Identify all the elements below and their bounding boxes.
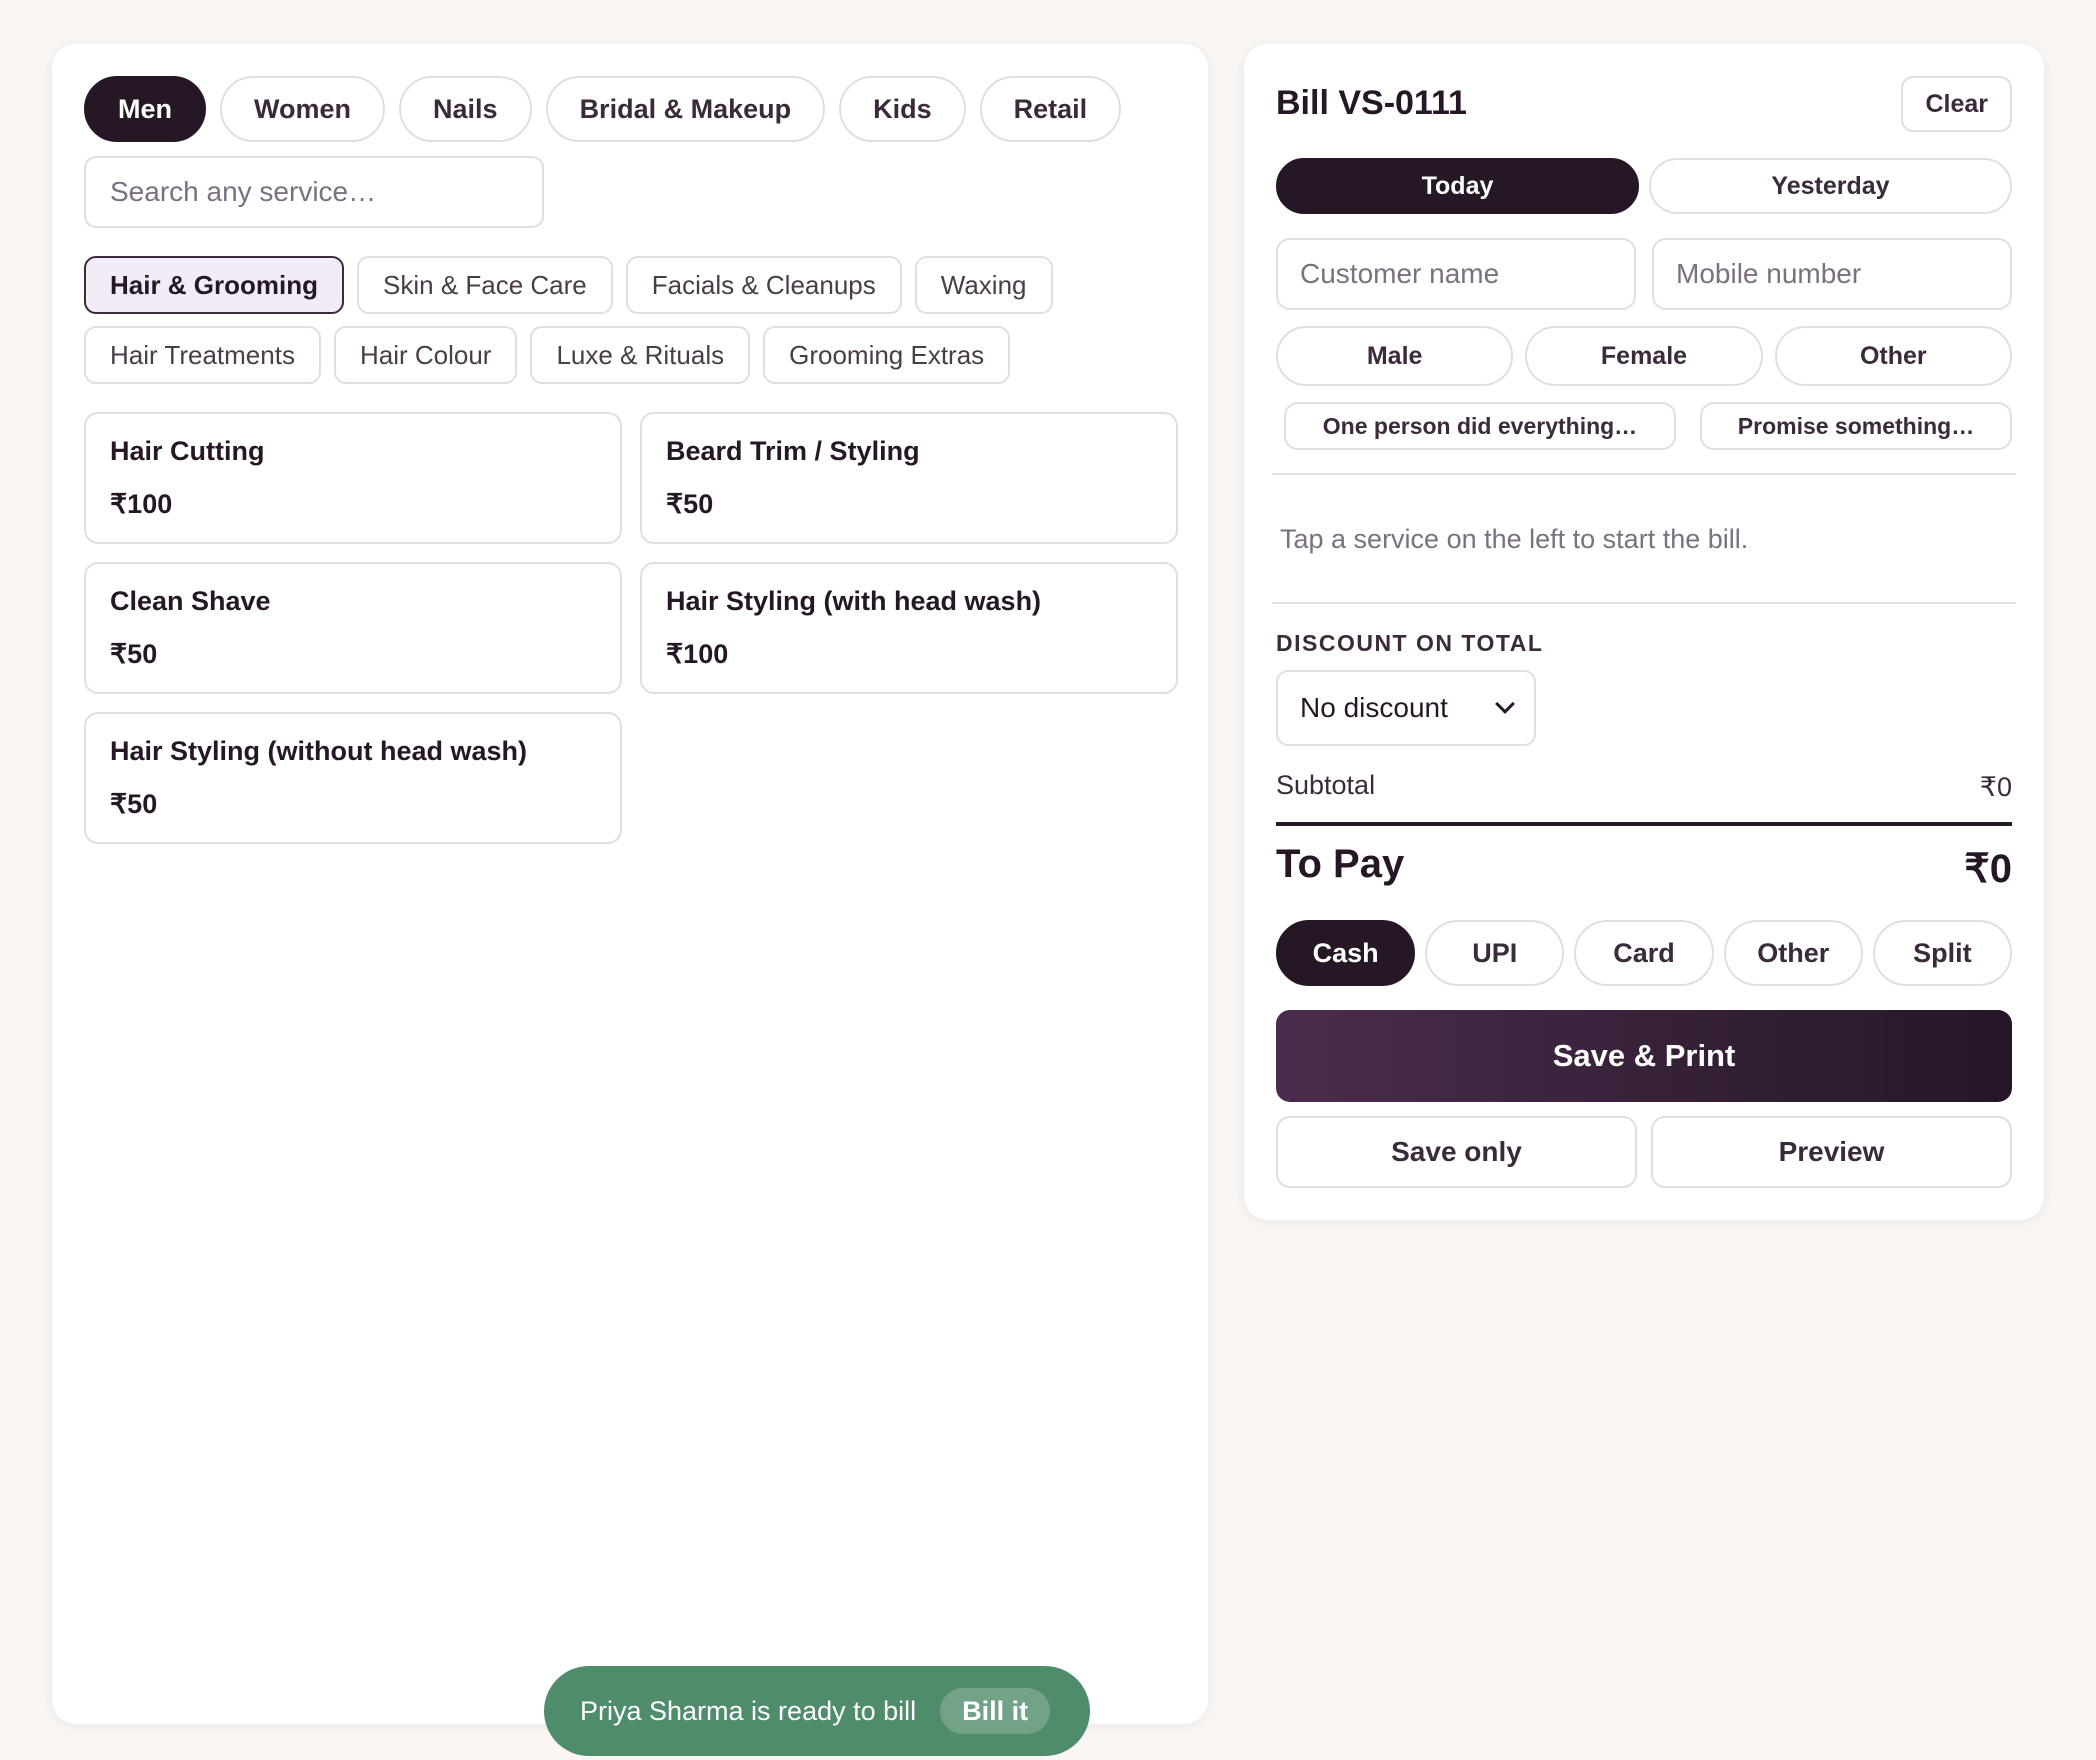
to-pay-value: ₹0 bbox=[1964, 847, 2012, 891]
gender-female-button[interactable]: Female bbox=[1525, 326, 1763, 386]
tab-women[interactable]: Women bbox=[220, 76, 386, 142]
discount-label: DISCOUNT ON TOTAL bbox=[1276, 630, 1544, 656]
gender-male-button[interactable]: Male bbox=[1276, 326, 1514, 386]
customer-name-field[interactable] bbox=[1276, 238, 1636, 310]
service-name: Hair Styling (with head wash) bbox=[666, 586, 1042, 616]
today-button[interactable]: Today bbox=[1276, 158, 1639, 214]
tab-kids[interactable]: Kids bbox=[839, 76, 966, 142]
secondary-actions: Save only Preview bbox=[1276, 1116, 2012, 1188]
subcategory-facials-cleanups[interactable]: Facials & Cleanups bbox=[625, 256, 902, 314]
service-card-beard-trim[interactable]: Beard Trim / Styling ₹50 bbox=[640, 412, 1178, 544]
service-card-hair-cutting[interactable]: Hair Cutting ₹100 bbox=[84, 412, 622, 544]
divider bbox=[1272, 473, 2016, 475]
payment-other-button[interactable]: Other bbox=[1723, 920, 1863, 986]
yesterday-button[interactable]: Yesterday bbox=[1649, 158, 2012, 214]
total-divider bbox=[1276, 822, 2012, 826]
service-name: Hair Cutting bbox=[110, 436, 265, 466]
service-name: Hair Styling (without head wash) bbox=[110, 736, 528, 766]
bill-panel: Bill VS-0111 Clear Today Yesterday Male … bbox=[1244, 44, 2044, 1220]
clear-button[interactable]: Clear bbox=[1901, 76, 2012, 132]
service-card-hair-styling-without-wash[interactable]: Hair Styling (without head wash) ₹50 bbox=[84, 712, 622, 844]
category-tabs: Men Women Nails Bridal & Makeup Kids Ret… bbox=[84, 76, 1122, 142]
subtotal-label: Subtotal bbox=[1276, 770, 1376, 800]
discount-select[interactable]: No discount bbox=[1276, 670, 1536, 746]
subcategory-chips: Hair & Grooming Skin & Face Care Facials… bbox=[84, 256, 1174, 384]
service-price: ₹50 bbox=[110, 639, 158, 669]
gender-other-button[interactable]: Other bbox=[1774, 326, 2012, 386]
service-catalog-panel: Men Women Nails Bridal & Makeup Kids Ret… bbox=[52, 44, 1208, 1724]
divider bbox=[1272, 602, 2016, 604]
tab-nails[interactable]: Nails bbox=[399, 76, 532, 142]
service-name: Beard Trim / Styling bbox=[666, 436, 920, 466]
tab-retail[interactable]: Retail bbox=[979, 76, 1122, 142]
mobile-number-field[interactable] bbox=[1652, 238, 2012, 310]
subcategory-hair-grooming[interactable]: Hair & Grooming bbox=[84, 256, 345, 314]
payment-card-button[interactable]: Card bbox=[1574, 920, 1714, 986]
discount-selected-value: No discount bbox=[1300, 692, 1448, 723]
service-price: ₹100 bbox=[666, 639, 729, 669]
payment-methods: Cash UPI Card Other Split bbox=[1276, 920, 2013, 986]
service-card-clean-shave[interactable]: Clean Shave ₹50 bbox=[84, 562, 622, 694]
service-price: ₹50 bbox=[110, 789, 158, 819]
subcategory-skin-face-care[interactable]: Skin & Face Care bbox=[357, 256, 613, 314]
tab-men[interactable]: Men bbox=[84, 76, 206, 142]
day-toggle: Today Yesterday bbox=[1276, 158, 2012, 214]
bill-title: Bill VS-0111 bbox=[1276, 84, 1467, 122]
toast-message: Priya Sharma is ready to bill bbox=[580, 1695, 917, 1726]
to-pay-label: To Pay bbox=[1276, 842, 1405, 886]
empty-bill-message: Tap a service on the left to start the b… bbox=[1280, 524, 1749, 554]
chevron-down-icon bbox=[1495, 694, 1515, 714]
tab-bridal-makeup[interactable]: Bridal & Makeup bbox=[545, 76, 826, 142]
service-price: ₹100 bbox=[110, 489, 173, 519]
note-promise-button[interactable]: Promise something… bbox=[1700, 402, 2012, 450]
gender-options: Male Female Other bbox=[1276, 326, 2012, 386]
subcategory-hair-treatments[interactable]: Hair Treatments bbox=[84, 326, 321, 384]
payment-upi-button[interactable]: UPI bbox=[1425, 920, 1565, 986]
save-only-button[interactable]: Save only bbox=[1276, 1116, 1637, 1188]
subcategory-hair-colour[interactable]: Hair Colour bbox=[333, 326, 518, 384]
ready-to-bill-toast: Priya Sharma is ready to bill Bill it bbox=[544, 1666, 1090, 1756]
payment-split-button[interactable]: Split bbox=[1872, 920, 2013, 986]
note-one-person-button[interactable]: One person did everything… bbox=[1284, 402, 1676, 450]
subcategory-grooming-extras[interactable]: Grooming Extras bbox=[763, 326, 1011, 384]
service-name: Clean Shave bbox=[110, 586, 271, 616]
service-price: ₹50 bbox=[666, 489, 714, 519]
subtotal-value: ₹0 bbox=[1979, 772, 2012, 802]
payment-cash-button[interactable]: Cash bbox=[1276, 920, 1416, 986]
service-card-hair-styling-with-wash[interactable]: Hair Styling (with head wash) ₹100 bbox=[640, 562, 1178, 694]
save-print-button[interactable]: Save & Print bbox=[1276, 1010, 2012, 1102]
service-search-input[interactable] bbox=[84, 156, 544, 228]
service-grid: Hair Cutting ₹100 Beard Trim / Styling ₹… bbox=[84, 412, 1178, 844]
subcategory-luxe-rituals[interactable]: Luxe & Rituals bbox=[530, 326, 751, 384]
bill-it-button[interactable]: Bill it bbox=[940, 1688, 1051, 1734]
preview-button[interactable]: Preview bbox=[1651, 1116, 2012, 1188]
subcategory-waxing[interactable]: Waxing bbox=[914, 256, 1053, 314]
customer-fields bbox=[1276, 238, 2012, 310]
quick-notes: One person did everything… Promise somet… bbox=[1284, 402, 2012, 450]
